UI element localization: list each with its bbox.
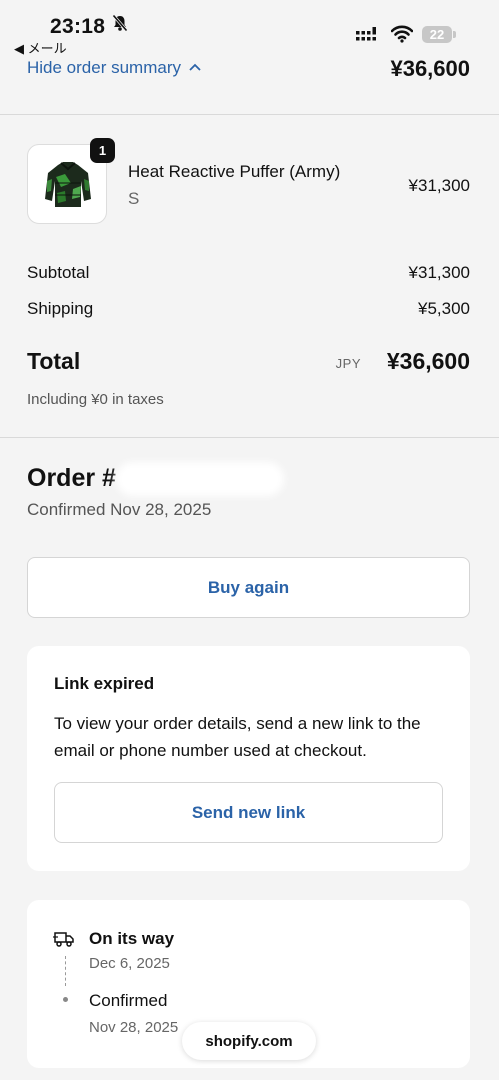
quantity-badge: 1 (90, 138, 115, 163)
order-title: Order # (27, 464, 116, 492)
link-expired-title: Link expired (54, 674, 155, 693)
item-variant: S (128, 189, 140, 208)
status-time: 23:18 (50, 15, 106, 38)
url-pill[interactable]: shopify.com (182, 1022, 316, 1060)
timeline-connector (65, 956, 66, 986)
divider (0, 114, 499, 115)
tax-note: Including ¥0 in taxes (27, 391, 164, 408)
summary-total: ¥36,600 (390, 56, 470, 81)
send-new-link-label: Send new link (191, 802, 306, 822)
puffer-jacket-image (45, 162, 91, 207)
buy-again-label: Buy again (207, 577, 290, 597)
tracking-step-title: Confirmed (89, 991, 168, 1010)
tracking-step-title: On its way (89, 929, 175, 948)
order-confirmed-date: Confirmed Nov 28, 2025 (27, 500, 212, 519)
timeline-dot (63, 997, 68, 1002)
tracking-step-date: Dec 6, 2025 (89, 955, 170, 972)
url-domain: shopify.com (205, 1032, 293, 1050)
link-expired-message: To view your order details, send a new l… (54, 714, 421, 760)
hide-order-summary-toggle[interactable]: Hide order summary (27, 58, 201, 78)
send-new-link-button[interactable]: Send new link (54, 782, 443, 843)
battery-tip (453, 31, 456, 38)
back-to-mail-link[interactable]: ◀ メール (14, 38, 67, 57)
status-bar: 23:18 ◀ メール 22 (0, 0, 499, 56)
chevron-up-icon (189, 63, 201, 71)
delivery-truck-icon (53, 930, 75, 953)
shipping-label: Shipping (27, 299, 94, 318)
tracking-step-date: Nov 28, 2025 (89, 1019, 179, 1036)
buy-again-button[interactable]: Buy again (27, 557, 470, 618)
item-name: Heat Reactive Puffer (Army) (128, 162, 341, 181)
total-currency: JPY (335, 356, 361, 371)
total-label: Total (27, 348, 81, 374)
item-price: ¥31,300 (408, 176, 470, 195)
link-expired-card: Link expired To view your order details,… (27, 646, 470, 871)
subtotal-label: Subtotal (27, 263, 90, 282)
silent-bell-icon (111, 14, 129, 37)
signal-icon (356, 27, 380, 48)
shipping-value: ¥5,300 (418, 299, 470, 318)
summary-toggle-label: Hide order summary (27, 58, 181, 77)
divider (0, 437, 499, 438)
total-value: ¥36,600 (386, 348, 470, 374)
battery-icon: 22 (422, 26, 452, 43)
redacted-order-number (116, 462, 284, 496)
subtotal-value: ¥31,300 (408, 263, 470, 282)
wifi-icon (390, 25, 414, 48)
